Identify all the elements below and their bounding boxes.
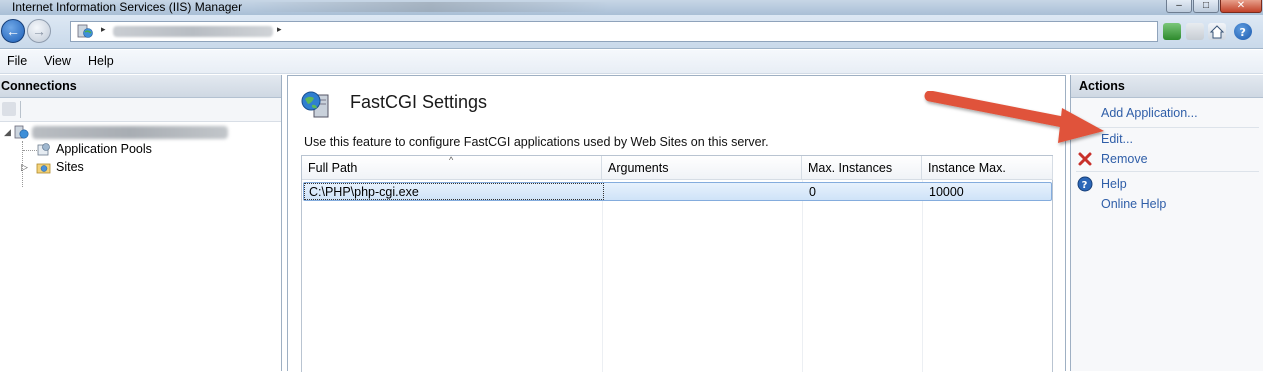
connections-header: Connections [0,75,281,98]
help-link[interactable]: Help [1101,177,1127,191]
toolbar-divider [20,101,21,118]
cell-full-path: C:\PHP\php-cgi.exe [309,185,419,199]
breadcrumb-separator-icon[interactable]: ▸ [277,24,282,35]
help-icon[interactable]: ? [1234,23,1252,40]
blurred-server-name [32,126,228,139]
actions-divider [1076,171,1259,172]
back-arrow-icon: ← [6,23,20,39]
refresh-icon[interactable] [1163,23,1181,40]
tree-node-application-pools[interactable]: Application Pools [0,141,280,159]
tree-node-sites[interactable]: ▷ Sites [0,159,280,177]
connections-panel: Connections ◢ Application Pools ▷ Sites [0,75,282,371]
table-row[interactable]: C:\PHP\php-cgi.exe 0 10000 [303,182,1052,201]
cell-max-instances: 0 [809,185,816,199]
svg-text:?: ? [1082,180,1088,191]
stop-icon[interactable] [1186,23,1204,40]
sites-folder-icon [36,163,51,174]
column-divider [922,180,923,372]
tree-node-server[interactable]: ◢ [0,124,280,142]
remove-link[interactable]: Remove [1101,152,1148,166]
actions-divider [1076,127,1259,128]
sort-ascending-icon: ^ [449,155,454,165]
window-title: Internet Information Services (IIS) Mana… [12,0,243,14]
close-button[interactable]: ✕ [1220,0,1262,13]
edit-link[interactable]: Edit... [1101,132,1133,146]
column-divider [802,180,803,372]
expand-icon[interactable]: ▷ [21,162,28,173]
column-divider [602,180,603,372]
online-help-link[interactable]: Online Help [1101,197,1166,211]
application-pools-icon [37,143,50,156]
forward-arrow-icon: → [32,23,46,39]
connections-toolbar [0,98,281,122]
server-globe-icon [14,125,29,139]
column-header-full-path[interactable]: Full Path ^ [302,155,602,180]
actions-header: Actions [1071,75,1263,98]
tree-label: Application Pools [56,142,152,156]
column-header-instance-max-requests[interactable]: Instance Max. Requests [922,156,1053,199]
title-bar: Internet Information Services (IIS) Mana… [0,0,1263,15]
tree-label: Sites [56,160,84,174]
connect-icon[interactable] [2,102,16,116]
back-button[interactable]: ← [1,19,25,43]
fastcgi-icon [301,91,329,118]
blurred-title-text [250,2,610,12]
fastcgi-applications-grid: Full Path ^ Arguments Max. Instances Ins… [301,155,1053,372]
address-bar: ← → ▸ ▸ ? [0,15,1263,49]
add-application-link[interactable]: Add Application... [1101,106,1198,120]
menu-view[interactable]: View [44,54,71,68]
server-globe-icon [77,24,93,38]
help-icon: ? [1077,176,1093,192]
address-field[interactable]: ▸ ▸ [70,21,1158,42]
home-icon[interactable] [1208,23,1226,40]
maximize-button[interactable]: □ [1193,0,1219,13]
remove-icon [1078,152,1092,166]
breadcrumb-separator-icon[interactable]: ▸ [101,24,106,35]
collapse-icon[interactable]: ◢ [4,127,11,138]
menu-file[interactable]: File [7,54,27,68]
forward-button[interactable]: → [27,19,51,43]
blurred-server-name [113,26,273,37]
column-header-max-instances[interactable]: Max. Instances [802,156,922,180]
actions-panel: Actions Add Application... Edit... Remov… [1070,75,1263,371]
minimize-button[interactable]: – [1166,0,1192,13]
feature-description: Use this feature to configure FastCGI ap… [304,135,769,149]
page-title: FastCGI Settings [350,92,488,112]
menu-bar: File View Help [0,50,1263,74]
svg-text:?: ? [1240,26,1246,39]
menu-help[interactable]: Help [88,54,114,68]
cell-instance-max-requests: 10000 [929,185,964,199]
column-header-arguments[interactable]: Arguments [602,156,802,180]
feature-panel: FastCGI Settings Use this feature to con… [287,75,1066,372]
